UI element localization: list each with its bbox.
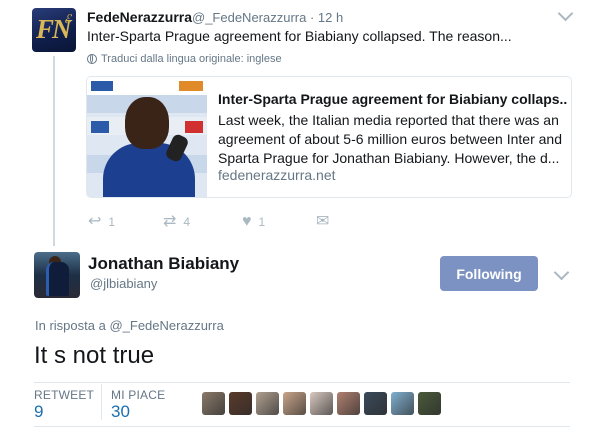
biabiany-avatar[interactable]: [34, 252, 80, 298]
reply-action[interactable]: ↩ 1: [88, 214, 115, 230]
liker-avatars: [202, 392, 441, 415]
direct-message-action[interactable]: ✉: [316, 214, 329, 230]
liker-avatar[interactable]: [283, 392, 306, 415]
liker-avatar[interactable]: [229, 392, 252, 415]
card-description-line: Last week, the Italian media reported th…: [218, 112, 559, 128]
reply-count: 1: [108, 215, 116, 229]
author-handle: @_FedeNerazzurra: [192, 10, 307, 25]
reply-handle-link[interactable]: @_FedeNerazzurra: [109, 318, 223, 333]
card-description-line: agreement of about 5-6 million euros bet…: [218, 131, 562, 147]
translate-link[interactable]: Traduci dalla lingua originale: inglese: [87, 53, 282, 65]
globe-icon: [87, 54, 97, 64]
main-tweet-text: It s not true: [34, 342, 155, 369]
card-description: Last week, the Italian media reported th…: [218, 111, 562, 168]
liker-avatar[interactable]: [256, 392, 279, 415]
retweet-icon: ⇄: [163, 213, 177, 230]
like-count: 1: [258, 215, 266, 229]
liker-avatar[interactable]: [202, 392, 225, 415]
liker-avatar[interactable]: [310, 392, 333, 415]
likes-stat-label[interactable]: MI PIACE: [111, 388, 165, 402]
stats-bottom-divider: [34, 426, 570, 427]
link-card[interactable]: Inter-Sparta Prague agreement for Biabia…: [86, 76, 572, 198]
retweet-count: 4: [183, 215, 191, 229]
tweet-time: · 12 h: [309, 10, 344, 25]
reply-context: In risposta a @_FedeNerazzurra: [35, 318, 224, 333]
translate-label: Traduci dalla lingua originale: inglese: [101, 53, 282, 65]
card-title: Inter-Sparta Prague agreement for Biabia…: [218, 91, 568, 107]
following-button[interactable]: Following: [440, 256, 538, 291]
thread-connector-line: [53, 56, 55, 246]
retweet-stat-label[interactable]: RETWEET: [34, 388, 94, 402]
liker-avatar[interactable]: [337, 392, 360, 415]
tweet-text: Inter-Sparta Prague agreement for Biabia…: [87, 28, 512, 44]
card-domain: fedenerazzurra.net: [218, 167, 336, 183]
liker-avatar[interactable]: [391, 392, 414, 415]
heart-icon: ♥: [242, 213, 252, 230]
reply-icon: ↩: [88, 213, 102, 230]
reply-prefix: In risposta a: [35, 318, 106, 333]
retweet-stat-value[interactable]: 9: [34, 402, 43, 422]
author-handle-time[interactable]: @_FedeNerazzurra · 12 h: [192, 10, 343, 25]
main-author-name[interactable]: Jonathan Biabiany: [88, 254, 239, 274]
card-thumbnail: [87, 77, 207, 197]
card-description-line: Sparta Prague for Jonathan Biabiany. How…: [218, 150, 560, 166]
avatar-logo-mark: ℰ: [63, 12, 71, 26]
likes-stat-value[interactable]: 30: [111, 402, 130, 422]
retweet-action[interactable]: ⇄ 4: [163, 214, 190, 230]
stats-top-divider: [34, 382, 570, 383]
envelope-icon: ✉: [316, 213, 330, 230]
fedenerazzurra-avatar[interactable]: FN ℰ: [32, 8, 76, 52]
liker-avatar[interactable]: [364, 392, 387, 415]
like-action[interactable]: ♥ 1: [242, 214, 265, 230]
chevron-down-icon[interactable]: [553, 264, 570, 281]
main-author-handle[interactable]: @jlbiabiany: [90, 276, 157, 291]
chevron-down-icon[interactable]: [557, 5, 574, 22]
stat-separator: [101, 384, 102, 420]
author-name[interactable]: FedeNerazzurra: [87, 9, 192, 25]
liker-avatar[interactable]: [418, 392, 441, 415]
